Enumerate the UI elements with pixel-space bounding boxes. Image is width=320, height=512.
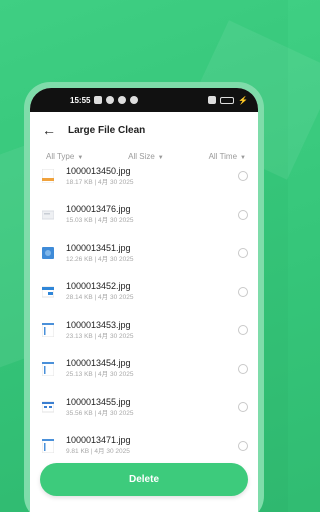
file-meta: 28.14 KB | 4月 30 2025 xyxy=(66,294,134,302)
app-bar: ← Large File Clean xyxy=(30,112,258,148)
list-item[interactable]: 1000013453.jpg 23.13 KB | 4月 30 2025 xyxy=(30,311,258,350)
image-thumbnail-icon xyxy=(41,285,55,299)
back-arrow-icon[interactable]: ← xyxy=(42,122,56,138)
list-item[interactable]: 1000013454.jpg 25.13 KB | 4月 30 2025 xyxy=(30,350,258,389)
list-item[interactable]: 1000013455.jpg 35.56 KB | 4月 30 2025 xyxy=(30,388,258,427)
file-name: 1000013476.jpg xyxy=(66,204,131,215)
file-name: 1000013471.jpg xyxy=(66,435,131,446)
file-meta: 12.26 KB | 4月 30 2025 xyxy=(66,255,134,263)
file-meta: 25.13 KB | 4月 30 2025 xyxy=(66,371,134,379)
select-radio[interactable] xyxy=(238,440,248,451)
image-thumbnail-icon xyxy=(42,246,54,260)
file-name: 1000013452.jpg xyxy=(66,281,131,292)
page-title: Large File Clean xyxy=(68,124,146,136)
status-bar: 15:55 ⚡ xyxy=(30,88,258,112)
file-list: 1000013450.jpg 18.17 KB | 4月 30 2025 100… xyxy=(30,157,258,465)
battery-icon xyxy=(220,96,235,104)
select-radio[interactable] xyxy=(238,248,248,259)
select-radio[interactable] xyxy=(238,286,248,297)
phone-frame: 15:55 ⚡ ← Large File Clean All Type ▼ All… xyxy=(24,82,264,512)
list-item[interactable]: 1000013476.jpg 15.03 KB | 4月 30 2025 xyxy=(30,196,258,235)
list-item[interactable]: 1000013471.jpg 9.81 KB | 4月 30 2025 xyxy=(30,427,258,466)
delete-button[interactable]: Delete xyxy=(40,463,248,496)
file-name: 1000013451.jpg xyxy=(66,242,131,253)
status-time: 15:55 xyxy=(70,95,91,105)
select-radio[interactable] xyxy=(238,325,248,336)
file-meta: 23.13 KB | 4月 30 2025 xyxy=(66,332,134,340)
list-item[interactable]: 1000013452.jpg 28.14 KB | 4月 30 2025 xyxy=(30,273,258,312)
sync-icon xyxy=(130,96,139,104)
app-notification-icon xyxy=(94,96,103,104)
select-radio[interactable] xyxy=(238,363,248,374)
file-name: 1000013453.jpg xyxy=(66,319,131,330)
charging-icon: ⚡ xyxy=(238,95,248,105)
image-thumbnail-icon xyxy=(41,400,55,414)
image-thumbnail-icon xyxy=(41,208,55,222)
screen-record-icon xyxy=(208,96,217,104)
file-meta: 9.81 KB | 4月 30 2025 xyxy=(66,448,130,456)
list-item[interactable]: 1000013450.jpg 18.17 KB | 4月 30 2025 xyxy=(30,157,258,196)
app-screen: 15:55 ⚡ ← Large File Clean All Type ▼ All… xyxy=(30,88,258,512)
image-thumbnail-icon xyxy=(41,361,55,377)
file-meta: 35.56 KB | 4月 30 2025 xyxy=(66,409,134,417)
shield-icon xyxy=(106,96,115,104)
file-meta: 15.03 KB | 4月 30 2025 xyxy=(66,217,134,225)
vpn-icon xyxy=(118,96,127,104)
select-radio[interactable] xyxy=(238,402,248,413)
select-radio[interactable] xyxy=(238,209,248,220)
file-name: 1000013454.jpg xyxy=(66,358,131,369)
list-item[interactable]: 1000013451.jpg 12.26 KB | 4月 30 2025 xyxy=(30,234,258,273)
file-meta: 18.17 KB | 4月 30 2025 xyxy=(66,178,134,186)
image-thumbnail-icon xyxy=(41,438,55,454)
file-name: 1000013450.jpg xyxy=(66,165,131,176)
file-name: 1000013455.jpg xyxy=(66,396,131,407)
image-thumbnail-icon xyxy=(41,168,55,184)
select-radio[interactable] xyxy=(238,171,248,182)
image-thumbnail-icon xyxy=(41,322,55,338)
